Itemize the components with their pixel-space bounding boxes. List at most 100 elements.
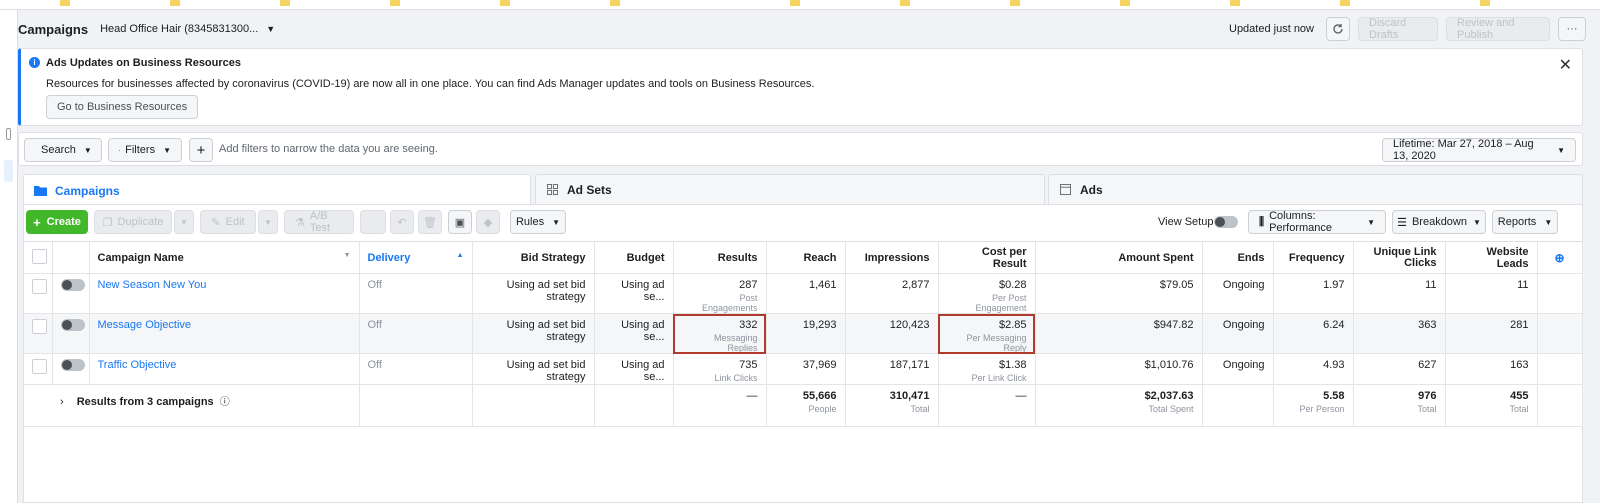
chevron-down-icon: ▼ [83,145,92,155]
column-header-budget[interactable]: Budget [594,241,674,274]
table-header-row: Campaign Name ▼ Delivery ▲ Bid Strategy … [24,241,1583,274]
table-row[interactable]: Message Objective Off Using ad set bid s… [24,313,1583,354]
bookmark-folder-icon[interactable] [1120,0,1130,6]
tab-ads-label: Ads [1080,182,1103,197]
campaign-name-link[interactable]: Traffic Objective [89,353,360,385]
totals-reach-cell: 55,666 People [766,384,846,427]
view-setup-toggle[interactable] [1214,216,1238,228]
bookmark-folder-icon[interactable] [790,0,800,6]
column-header-delivery[interactable]: Delivery ▲ [359,241,473,274]
totals-spent-sub: Total Spent [1148,404,1194,414]
reports-button[interactable]: Reports ▼ [1492,210,1558,234]
column-label: Delivery [367,251,411,264]
cost-per-result-cell-highlighted: $2.85 Per Messaging Reply [938,313,1036,354]
column-header-cost-per-result[interactable]: Cost per Result [938,241,1036,274]
row-checkbox[interactable] [32,359,47,374]
column-header-ends[interactable]: Ends [1202,241,1274,274]
amount-spent-cell: $947.82 [1035,313,1203,354]
filters-button[interactable]: Filters ▼ [108,138,182,162]
column-header-campaign-name[interactable]: Campaign Name ▼ [89,241,360,274]
bookmark-folder-icon[interactable] [390,0,400,6]
bookmark-folder-icon[interactable] [900,0,910,6]
left-nav-rail [0,10,18,503]
account-selector[interactable]: Head Office Hair (8345831300... [100,23,258,35]
totals-impressions-cell: 310,471 Total [845,384,939,427]
add-filter-button[interactable]: + [189,138,213,162]
tab-ad-sets[interactable]: Ad Sets [535,174,1045,204]
empty-cell [594,384,674,427]
nav-rail-active-icon[interactable] [4,160,13,182]
row-checkbox[interactable] [32,279,47,294]
go-to-business-resources-button[interactable]: Go to Business Resources [46,95,199,119]
close-icon[interactable]: ✕ [1559,55,1572,75]
bookmark-folder-icon[interactable] [610,0,620,6]
totals-impressions: 310,471 [889,390,930,402]
select-all-checkbox[interactable] [32,248,47,264]
empty-cell [24,384,52,427]
more-actions-button[interactable] [360,210,386,234]
campaign-name-link[interactable]: Message Objective [89,313,360,354]
bookmark-folder-icon[interactable] [500,0,510,6]
campaign-on-off-toggle[interactable] [60,319,85,331]
bookmark-folder-icon[interactable] [1340,0,1350,6]
duplicate-label: Duplicate [117,216,164,228]
edit-button[interactable]: ✎ Edit [200,210,256,234]
preview-icon[interactable]: ▣ [448,210,472,234]
chevron-down-icon[interactable]: ▼ [266,24,275,34]
info-icon: i [29,57,40,68]
bid-strategy-cell: Using ad set bid strategy [472,313,595,354]
tag-icon[interactable]: ◆ [476,210,500,234]
search-button[interactable]: Search ▼ [24,138,102,162]
date-range-picker[interactable]: Lifetime: Mar 27, 2018 – Aug 13, 2020 ▼ [1382,138,1576,162]
expand-chevron-icon[interactable]: › [60,396,64,408]
column-header-unique-link-clicks[interactable]: Unique Link Clicks [1353,241,1446,274]
delete-icon[interactable]: 🗑 [418,210,442,234]
ab-test-button[interactable]: ⚗ A/B Test [284,210,354,234]
add-column-icon[interactable]: ⊕ [1554,251,1564,265]
column-header-website-leads[interactable]: Website Leads [1445,241,1538,274]
create-button[interactable]: + Create [26,210,88,234]
undo-icon[interactable]: ↶ [390,210,414,234]
bookmark-folder-icon[interactable] [1230,0,1240,6]
breakdown-button[interactable]: ☰ Breakdown ▼ [1392,210,1486,234]
ends-cell: Ongoing [1202,273,1274,314]
column-header-reach[interactable]: Reach [766,241,846,274]
info-icon[interactable]: ⓘ [220,397,230,408]
columns-icon: ⫼ [1259,215,1265,228]
bookmark-folder-icon[interactable] [170,0,180,6]
duplicate-button[interactable]: ❐ Duplicate [94,210,172,234]
column-header-impressions[interactable]: Impressions [845,241,939,274]
row-checkbox[interactable] [32,319,47,334]
rules-button[interactable]: Rules ▼ [510,210,566,234]
edit-dropdown-button[interactable]: ▼ [258,210,278,234]
totals-leads-cell: 455 Total [1445,384,1538,427]
duplicate-dropdown-button[interactable]: ▼ [174,210,194,234]
reach-cell: 37,969 [766,353,846,385]
nav-rail-icon[interactable] [6,128,11,140]
bookmark-folder-icon[interactable] [280,0,290,6]
more-options-button[interactable]: ··· [1558,17,1586,41]
bookmark-folder-icon[interactable] [1480,0,1490,6]
chevron-down-icon: ▼ [1473,217,1481,227]
ads-manager-main: Campaigns Head Office Hair (8345831300..… [18,10,1600,503]
table-row[interactable]: Traffic Objective Off Using ad set bid s… [24,353,1583,385]
bookmark-folder-icon[interactable] [1010,0,1020,6]
row-toggle-cell [52,273,90,314]
refresh-button[interactable] [1326,17,1350,41]
bookmark-folder-icon[interactable] [60,0,70,6]
columns-button[interactable]: ⫼ Columns: Performance ▼ [1248,210,1386,234]
tab-campaigns[interactable]: Campaigns [23,174,531,206]
campaign-on-off-toggle[interactable] [60,279,85,291]
filter-hint[interactable]: Add filters to narrow the data you are s… [219,143,438,155]
discard-drafts-button[interactable]: Discard Drafts [1358,17,1438,41]
column-header-results[interactable]: Results [673,241,767,274]
rules-label: Rules [515,216,545,228]
column-header-amount-spent[interactable]: Amount Spent [1035,241,1203,274]
column-header-frequency[interactable]: Frequency [1273,241,1354,274]
tab-ads[interactable]: Ads [1048,174,1583,204]
table-row[interactable]: New Season New You Off Using ad set bid … [24,273,1583,314]
campaign-on-off-toggle[interactable] [60,359,85,371]
campaign-name-link[interactable]: New Season New You [89,273,360,314]
column-header-bid-strategy[interactable]: Bid Strategy [472,241,595,274]
review-publish-button[interactable]: Review and Publish [1446,17,1550,41]
